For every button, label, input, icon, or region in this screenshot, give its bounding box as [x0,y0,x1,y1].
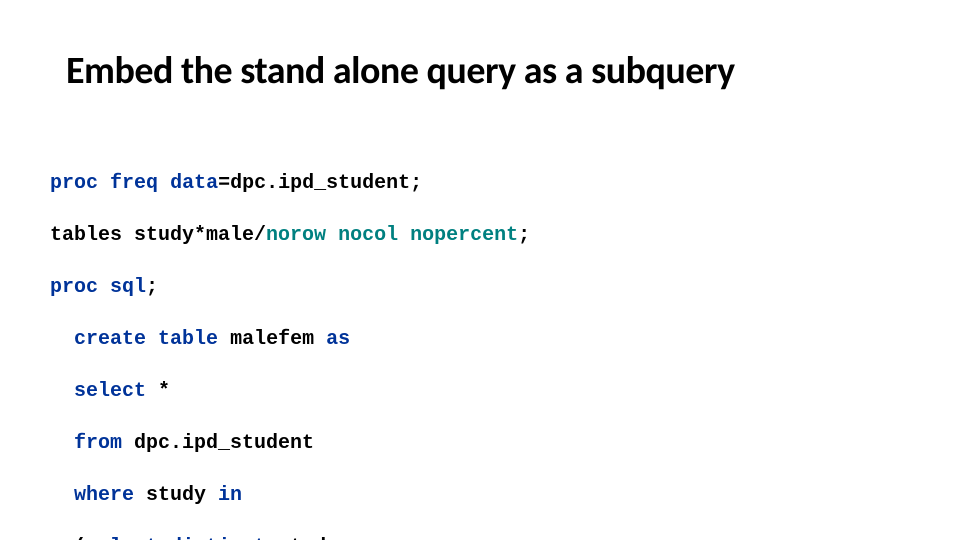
code-line: where study in [50,483,530,509]
kw-select: select [86,536,158,540]
opt-nocol: nocol [338,224,398,247]
kw-in: in [218,484,242,507]
kw-proc: proc [50,276,98,299]
kw-select: select [74,380,146,403]
opt-nopercent: nopercent [410,224,518,247]
code-line: proc sql; [50,275,530,301]
slide-title: Embed the stand alone query as a subquer… [66,48,920,94]
dataset-name: =dpc.ipd_student; [218,172,422,195]
kw-from: from [74,432,122,455]
tables-stmt: tables study*male/ [50,224,266,247]
slide: Embed the stand alone query as a subquer… [0,0,960,540]
code-line: proc freq data=dpc.ipd_student; [50,171,530,197]
kw-freq: freq [110,172,158,195]
table-ref: dpc.ipd_student [122,432,314,455]
opt-norow: norow [266,224,326,247]
code-line: (select distinct study [50,535,530,540]
kw-as: as [326,328,350,351]
kw-create: create [74,328,146,351]
code-line: create table malefem as [50,327,530,353]
code-line: from dpc.ipd_student [50,431,530,457]
kw-distinct: distinct [170,536,266,540]
kw-sql: sql [110,276,146,299]
kw-table: table [158,328,218,351]
opt-data: data [170,172,218,195]
code-line: tables study*male/norow nocol nopercent; [50,223,530,249]
kw-where: where [74,484,134,507]
kw-proc: proc [50,172,98,195]
table-name: malefem [218,328,326,351]
code-line: select * [50,379,530,405]
code-block: proc freq data=dpc.ipd_student; tables s… [50,145,530,540]
